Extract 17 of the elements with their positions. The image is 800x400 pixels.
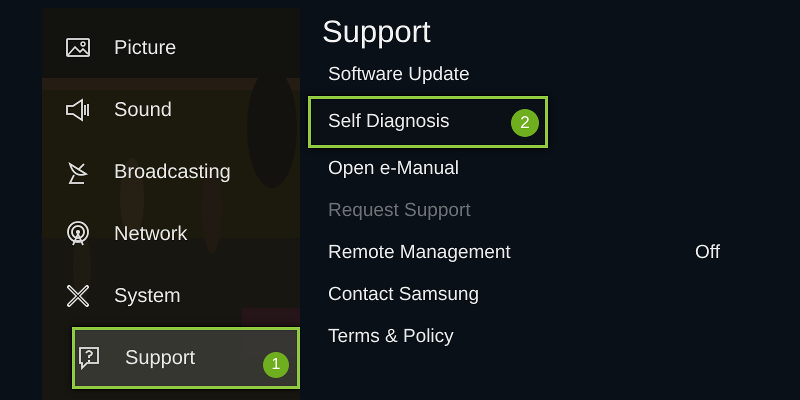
- sidebar-item[interactable]: Sound: [42, 79, 300, 141]
- speaker-icon: [64, 96, 92, 124]
- menu-item[interactable]: Self Diagnosis 2: [308, 96, 548, 148]
- step-badge: 2: [511, 109, 539, 137]
- setting-value: Off: [695, 242, 720, 264]
- sidebar-item[interactable]: Network: [42, 203, 300, 265]
- menu-item[interactable]: Terms & Policy: [322, 316, 740, 358]
- antenna-icon: [64, 220, 92, 248]
- menu-item[interactable]: Software Update: [322, 54, 740, 96]
- step-badge: 1: [263, 352, 289, 378]
- sidebar-item[interactable]: Broadcasting: [42, 141, 300, 203]
- menu-item[interactable]: Contact Samsung: [322, 274, 740, 316]
- menu-item[interactable]: Open e-Manual: [322, 148, 740, 190]
- sidebar-item[interactable]: Support 1: [72, 327, 300, 389]
- menu-title: Support: [322, 13, 432, 51]
- menu-item[interactable]: Remote Management Off: [322, 232, 740, 274]
- sidebar-item[interactable]: System: [42, 265, 300, 327]
